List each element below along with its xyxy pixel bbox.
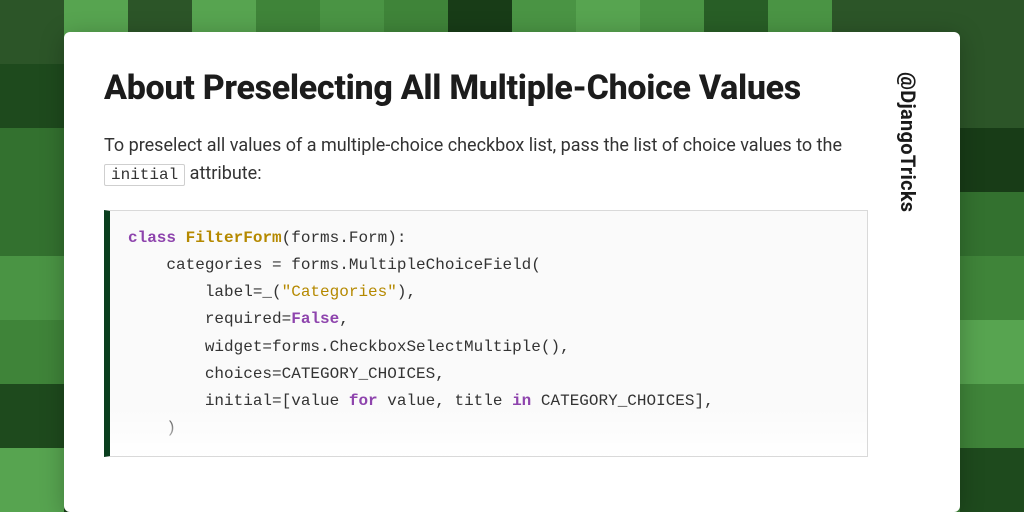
intro-text-after: attribute: <box>185 163 261 184</box>
code-line1-rest: (forms.Form): <box>282 229 407 247</box>
code-block: class FilterForm(forms.Form): categories… <box>104 210 868 458</box>
inline-code-initial: initial <box>104 164 185 186</box>
code-string-categories: "Categories" <box>282 283 397 301</box>
intro-paragraph: To preselect all values of a multiple-ch… <box>104 132 868 188</box>
code-line2: categories = forms.MultipleChoiceField( <box>128 256 541 274</box>
code-line6: choices=CATEGORY_CHOICES, <box>128 365 445 383</box>
code-keyword-class: class <box>128 229 176 247</box>
code-line4a: required= <box>128 310 291 328</box>
code-line4b: , <box>339 310 349 328</box>
code-line7a: initial=[value <box>128 392 349 410</box>
code-line7b: value, title <box>378 392 512 410</box>
handle-sidebar: @DjangoTricks <box>896 68 920 476</box>
code-bool-false: False <box>291 310 339 328</box>
code-line5: widget=forms.CheckboxSelectMultiple(), <box>128 338 570 356</box>
code-line8: ) <box>128 419 176 437</box>
page-title: About Preselecting All Multiple-Choice V… <box>104 68 868 108</box>
code-keyword-in: in <box>512 392 531 410</box>
code-line7c: CATEGORY_CHOICES], <box>531 392 713 410</box>
code-line3b: ), <box>397 283 416 301</box>
main-column: About Preselecting All Multiple-Choice V… <box>104 68 868 476</box>
code-line3a: label=_( <box>128 283 282 301</box>
code-classname: FilterForm <box>186 229 282 247</box>
code-keyword-for: for <box>349 392 378 410</box>
content-card: About Preselecting All Multiple-Choice V… <box>64 32 960 512</box>
intro-text-before: To preselect all values of a multiple-ch… <box>104 135 842 156</box>
